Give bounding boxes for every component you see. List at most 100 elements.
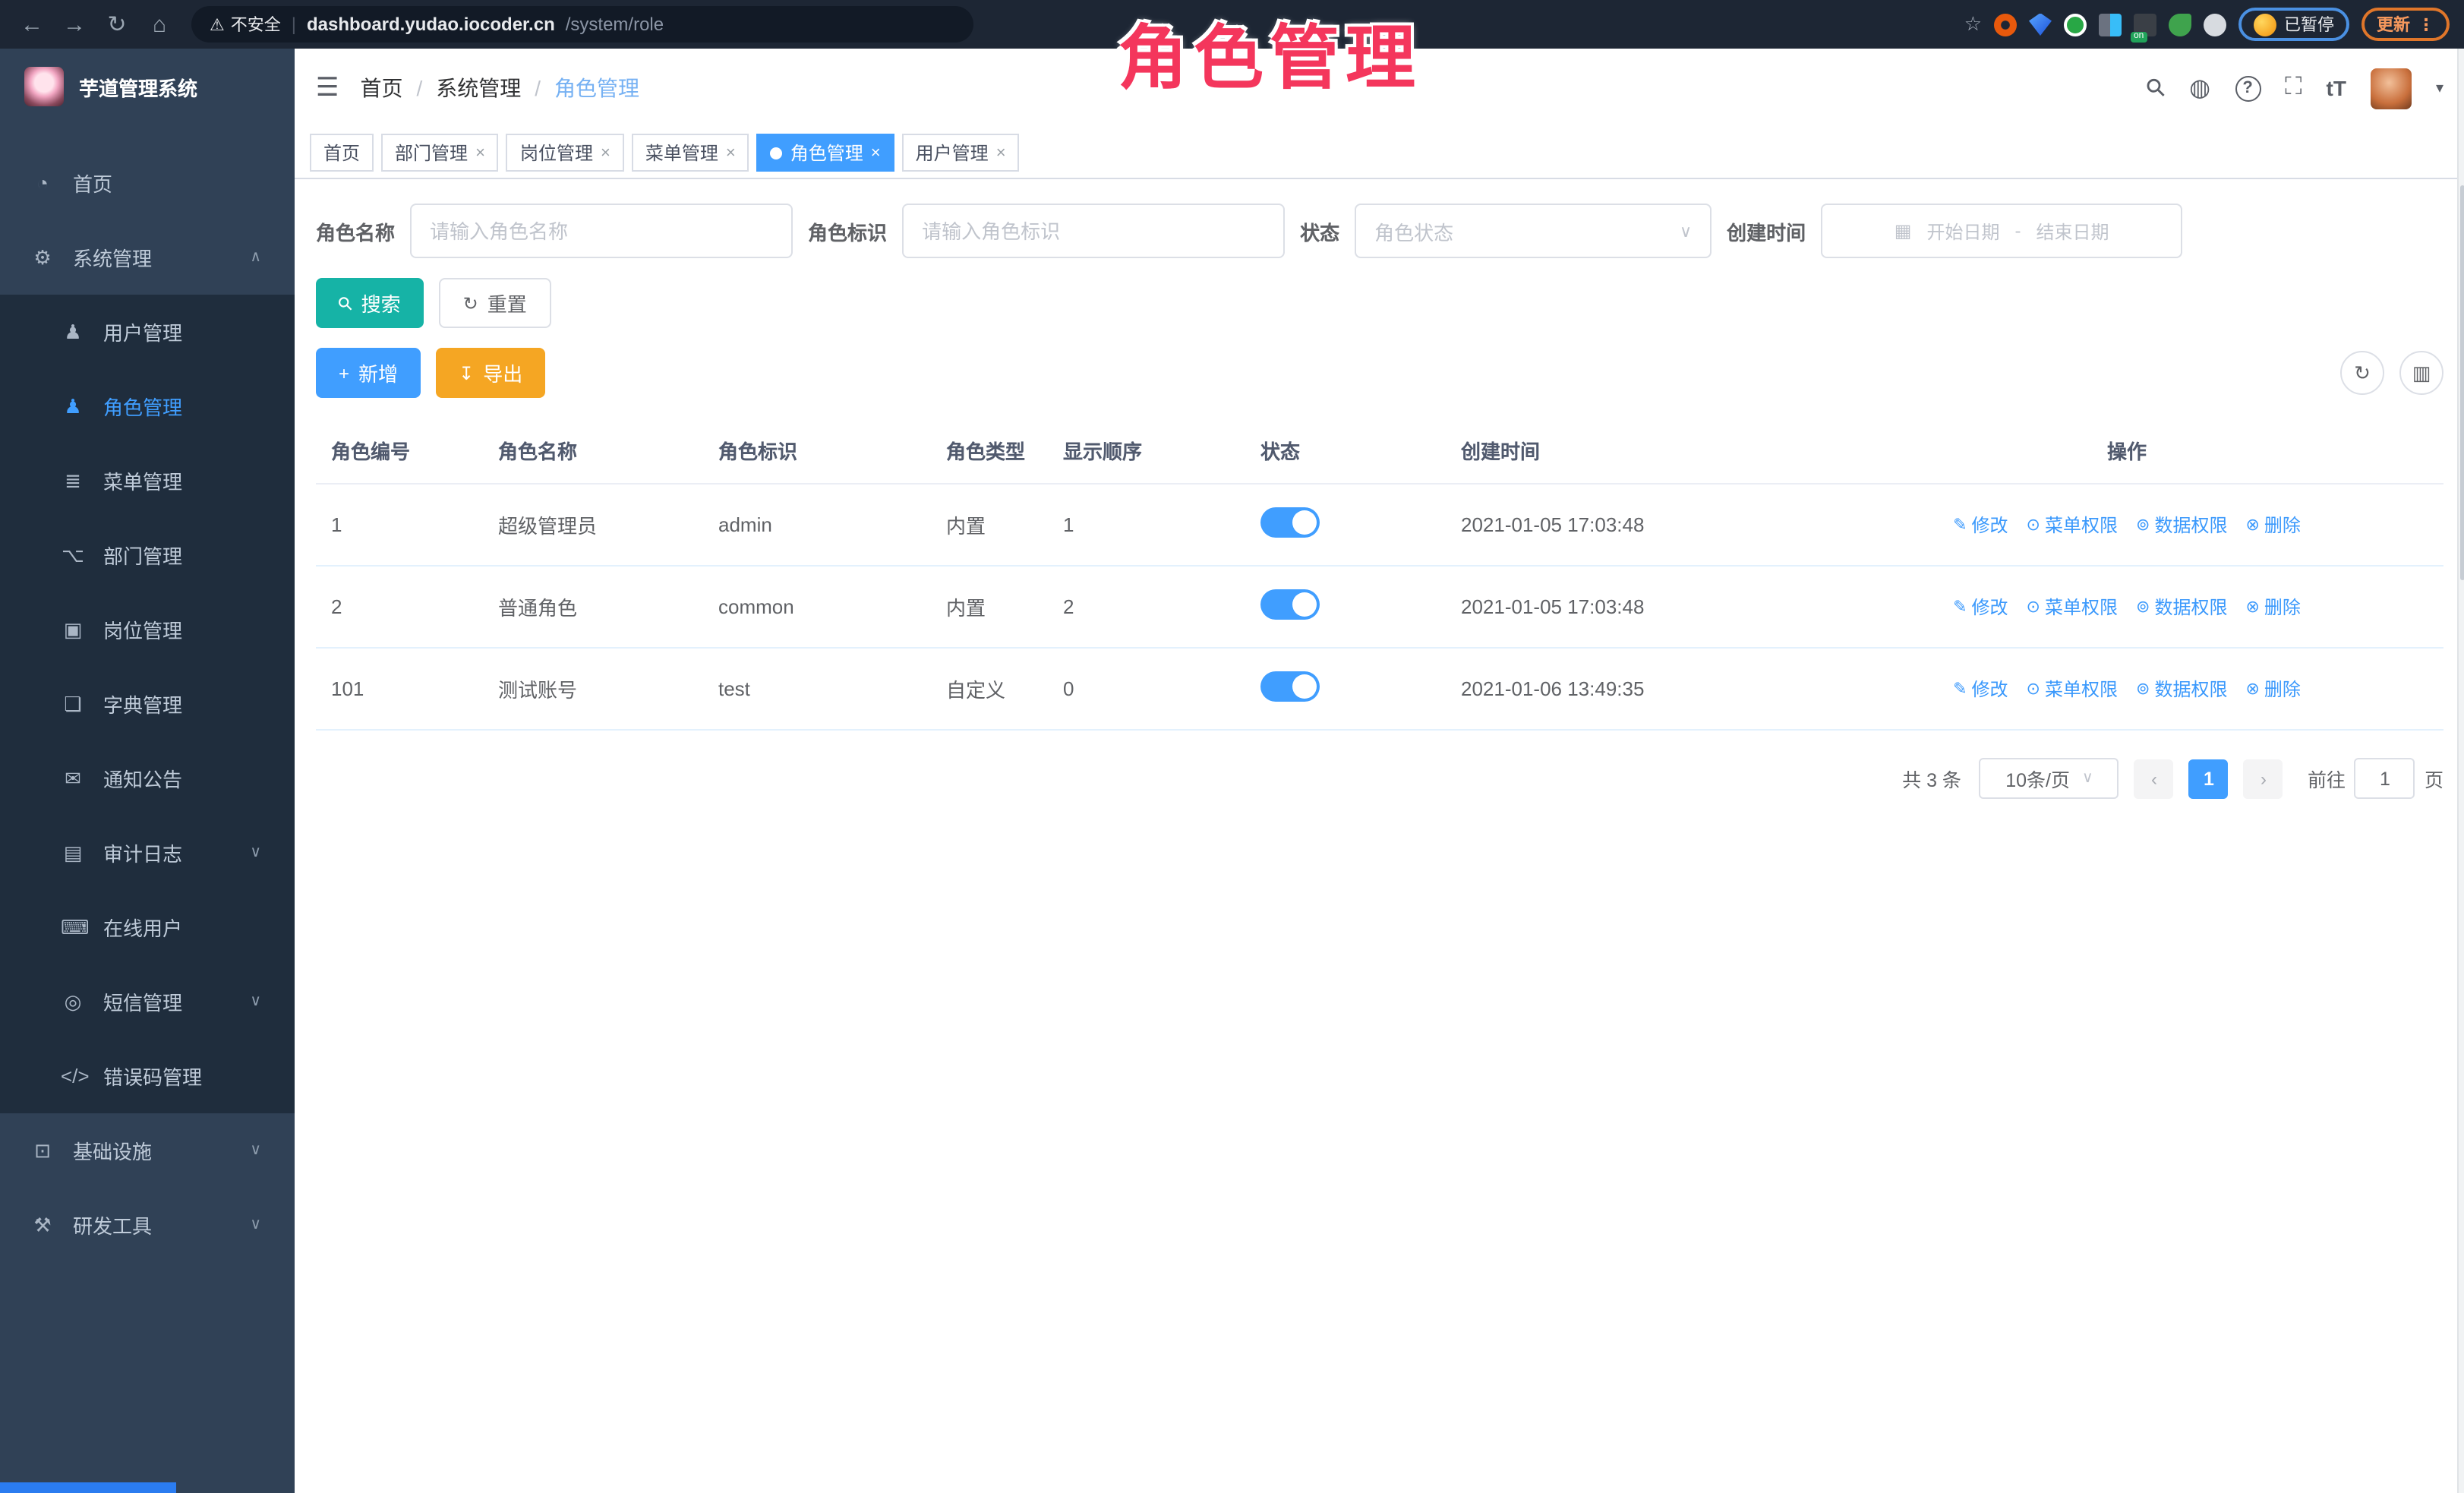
edit-label: 修改 [1972, 594, 2008, 620]
delete-link[interactable]: ⊗删除 [2245, 594, 2300, 620]
browser-back-icon[interactable]: ← [15, 11, 49, 37]
extension-icon-check[interactable] [2064, 13, 2087, 36]
menu-permission-icon: ⊙ [2027, 515, 2040, 535]
bookmark-star-icon[interactable]: ☆ [1964, 12, 1982, 36]
search-button[interactable]: ⚲ 搜索 [316, 278, 424, 328]
profile-paused-pill[interactable]: 已暂停 [2238, 8, 2349, 41]
tab-close-icon[interactable]: × [996, 144, 1006, 162]
status-toggle-on[interactable] [1260, 589, 1320, 620]
data-permission-link[interactable]: ⊚数据权限 [2136, 512, 2227, 538]
status-toggle-on[interactable] [1260, 507, 1320, 538]
font-size-icon[interactable]: tT [2327, 76, 2346, 100]
tab-users[interactable]: 用户管理 × [902, 134, 1020, 172]
breadcrumb-system[interactable]: 系统管理 [436, 73, 521, 103]
sidebar-item-notices[interactable]: ✉ 通知公告 [0, 741, 295, 816]
tab-close-icon[interactable]: × [601, 144, 610, 162]
address-bar[interactable]: ⚠ 不安全 | dashboard.yudao.iocoder.cn /syst… [191, 6, 973, 43]
tab-close-icon[interactable]: × [871, 144, 881, 162]
add-button[interactable]: + 新增 [316, 348, 421, 398]
edit-link[interactable]: ✎修改 [1953, 594, 2008, 620]
sidebar: 芋道管理系统 ◔ 首页 ⚙ 系统管理 ∧ ♟ 用户管理 [0, 49, 295, 1493]
tab-posts[interactable]: 岗位管理 × [506, 134, 624, 172]
role-key-input[interactable] [902, 204, 1285, 258]
goto-page: 前往 页 [2308, 758, 2443, 799]
update-button[interactable]: 更新 ⋮ [2361, 8, 2450, 41]
goto-page-input[interactable] [2355, 758, 2415, 799]
app-logo-row[interactable]: 芋道管理系统 [0, 49, 295, 125]
extension-icon-switch[interactable]: on [2134, 13, 2156, 36]
sidebar-item-infrastructure[interactable]: ⊡ 基础设施 ∨ [0, 1113, 295, 1188]
next-page-button[interactable]: › [2244, 759, 2283, 798]
sidebar-item-home[interactable]: ◔ 首页 [0, 146, 295, 220]
status-toggle-on[interactable] [1260, 671, 1320, 702]
menu-permission-link[interactable]: ⊙菜单权限 [2027, 512, 2118, 538]
tab-close-icon[interactable]: × [475, 144, 485, 162]
data-permission-icon: ⊚ [2136, 679, 2150, 699]
sidebar-item-system[interactable]: ⚙ 系统管理 ∧ [0, 220, 295, 295]
delete-link[interactable]: ⊗删除 [2245, 676, 2300, 702]
sidebar-item-menus[interactable]: ≣ 菜单管理 [0, 443, 295, 518]
page-number-active[interactable]: 1 [2189, 759, 2229, 798]
browser-home-icon[interactable]: ⌂ [143, 11, 176, 37]
extension-icon-gem[interactable] [2029, 13, 2052, 36]
sidebar-item-posts[interactable]: ▣ 岗位管理 [0, 592, 295, 667]
data-permission-link[interactable]: ⊚数据权限 [2136, 594, 2227, 620]
help-icon[interactable]: ? [2235, 75, 2261, 101]
chevron-up-icon: ∧ [250, 249, 261, 266]
sidebar-item-dev-tools[interactable]: ⚒ 研发工具 ∨ [0, 1188, 295, 1262]
edit-link[interactable]: ✎修改 [1953, 512, 2008, 538]
reset-button-label: 重置 [487, 289, 527, 317]
cell-role-name: 普通角色 [483, 566, 703, 648]
sidebar-item-error-codes[interactable]: </> 错误码管理 [0, 1039, 295, 1113]
tab-close-icon[interactable]: × [726, 144, 736, 162]
prev-page-button[interactable]: ‹ [2134, 759, 2174, 798]
refresh-tool-button[interactable]: ↻ [2340, 351, 2384, 395]
date-range-picker[interactable]: ▦ 开始日期 - 结束日期 [1821, 204, 2182, 258]
tab-departments[interactable]: 部门管理 × [381, 134, 499, 172]
role-name-input[interactable] [410, 204, 793, 258]
status-select[interactable]: 角色状态 ∨ [1355, 204, 1712, 258]
hamburger-icon[interactable]: ☰ [316, 73, 339, 103]
sidebar-item-sms[interactable]: ◎ 短信管理 ∨ [0, 964, 295, 1039]
tab-roles-active[interactable]: 角色管理 × [757, 134, 894, 172]
page-size-select[interactable]: 10条/页 ∨ [1980, 758, 2119, 799]
sidebar-item-roles[interactable]: ♟ 角色管理 [0, 369, 295, 443]
menu-permission-link[interactable]: ⊙菜单权限 [2027, 594, 2118, 620]
columns-tool-button[interactable]: ▥ [2399, 351, 2443, 395]
reset-button[interactable]: ↻ 重置 [439, 278, 551, 328]
sidebar-item-audit-log[interactable]: ▤ 审计日志 ∨ [0, 816, 295, 890]
breadcrumb-home[interactable]: 首页 [361, 73, 403, 103]
fullscreen-icon[interactable]: ⛶ [2285, 74, 2302, 102]
sidebar-item-label: 短信管理 [103, 987, 182, 1016]
sidebar-item-dictionary[interactable]: ❏ 字典管理 [0, 667, 295, 741]
page-scrollbar[interactable] [2457, 49, 2464, 1493]
data-permission-link[interactable]: ⊚数据权限 [2136, 676, 2227, 702]
delete-link[interactable]: ⊗删除 [2245, 512, 2300, 538]
extension-icon-duo[interactable] [2099, 13, 2122, 36]
cell-role-id: 101 [316, 648, 483, 730]
tab-home[interactable]: 首页 [310, 134, 374, 172]
browser-reload-icon[interactable]: ↻ [100, 11, 134, 38]
create-time-label: 创建时间 [1727, 216, 1806, 245]
extension-icon-target[interactable] [1994, 13, 2017, 36]
extension-icon-paw[interactable] [2204, 13, 2226, 36]
extension-icon-leaf[interactable] [2169, 13, 2191, 36]
menu-permission-link[interactable]: ⊙菜单权限 [2027, 676, 2118, 702]
sidebar-item-departments[interactable]: ⌥ 部门管理 [0, 518, 295, 592]
browser-forward-icon[interactable]: → [58, 11, 91, 37]
search-icon[interactable]: ⚲ [2139, 71, 2173, 106]
sidebar-scroll-indicator[interactable] [0, 1482, 176, 1493]
export-button[interactable]: ↧ 导出 [436, 348, 545, 398]
tab-menus[interactable]: 菜单管理 × [632, 134, 749, 172]
edit-link[interactable]: ✎修改 [1953, 676, 2008, 702]
security-warning[interactable]: ⚠ 不安全 [210, 12, 281, 36]
sidebar-item-label: 岗位管理 [103, 615, 182, 644]
scrollbar-thumb[interactable] [2460, 185, 2464, 580]
browser-menu-icon[interactable]: ⋮ [2418, 14, 2434, 34]
sidebar-item-users[interactable]: ♟ 用户管理 [0, 295, 295, 369]
github-icon[interactable]: ◍ [2189, 73, 2210, 103]
tag-view-bar: 首页 部门管理 × 岗位管理 × 菜单管理 × 角色管理 × [295, 128, 2464, 179]
sidebar-item-online-users[interactable]: ⌨ 在线用户 [0, 890, 295, 964]
avatar-caret-icon[interactable]: ▾ [2436, 80, 2443, 96]
user-avatar[interactable] [2371, 68, 2412, 109]
